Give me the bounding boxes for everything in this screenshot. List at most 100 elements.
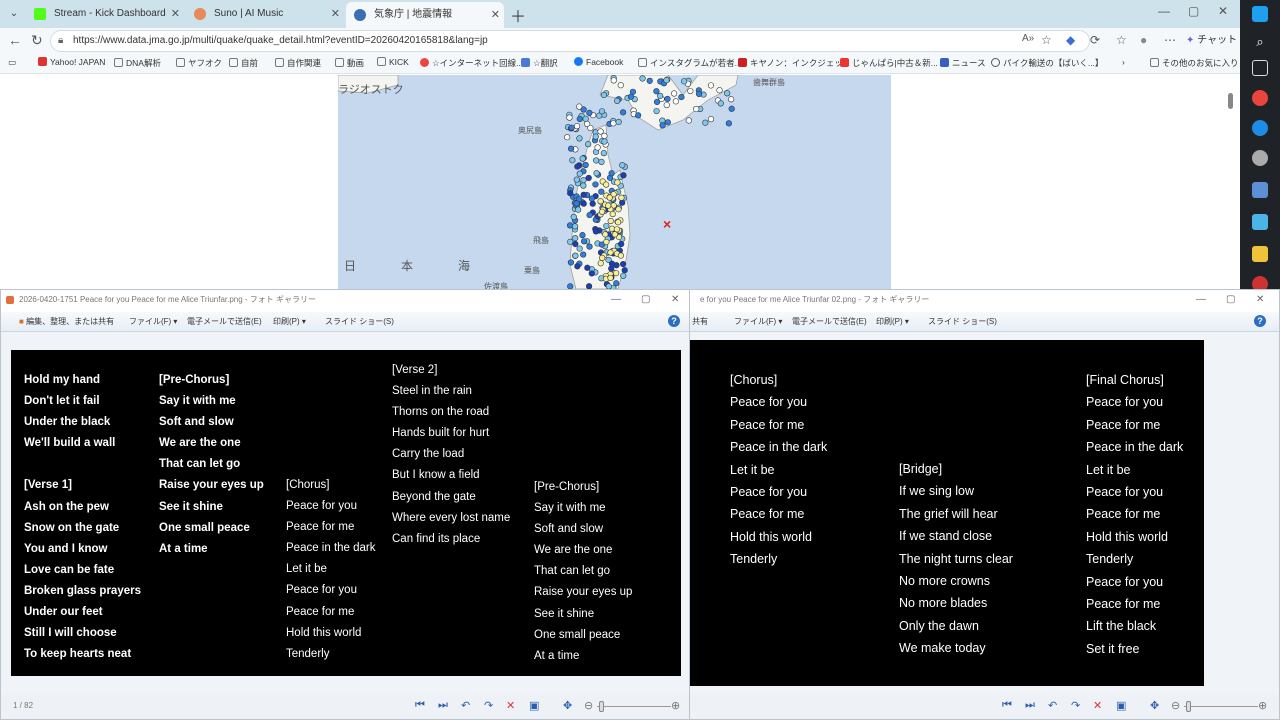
reading-list-icon[interactable]: ▭ xyxy=(8,57,16,68)
lyrics-column: [Final Chorus] Peace for you Peace for me P… xyxy=(1086,369,1183,660)
extension-icon[interactable]: ◆ xyxy=(1066,33,1075,47)
previous-icon[interactable]: ⏮ xyxy=(415,699,425,712)
menu-slideshow[interactable]: スライド ショー(S) xyxy=(325,316,394,327)
maximize-button[interactable]: ▢ xyxy=(1188,4,1199,18)
menu-file[interactable]: ファイル(F) ▾ xyxy=(734,316,782,327)
bookmark-item[interactable]: Facebook xyxy=(574,57,623,67)
minimize-button[interactable]: — xyxy=(1196,290,1206,310)
app-icon[interactable] xyxy=(1252,182,1268,198)
rotate-right-icon[interactable]: ↷ xyxy=(484,699,493,712)
zoom-out-icon[interactable]: ⊖ xyxy=(1171,699,1180,712)
profile-icon[interactable]: ● xyxy=(1140,33,1147,47)
menu-email[interactable]: 電子メールで送信(E) xyxy=(792,316,867,327)
menu-slideshow[interactable]: スライド ショー(S) xyxy=(928,316,997,327)
lyric-line: Peace for you xyxy=(1086,485,1164,500)
menu-print[interactable]: 印刷(P) ▾ xyxy=(876,316,909,327)
maximize-button[interactable]: ▢ xyxy=(1226,290,1235,310)
menu-organize[interactable]: ■ 編集、整理、または共有 xyxy=(19,316,114,327)
fit-icon[interactable]: ✥ xyxy=(563,699,572,712)
other-favorites[interactable]: その他のお気に入り xyxy=(1150,57,1239,69)
page-scrollbar[interactable] xyxy=(1228,93,1233,109)
menu-share[interactable]: 共有 xyxy=(692,316,708,327)
rotate-right-icon[interactable]: ↷ xyxy=(1071,699,1080,712)
bookmark-item[interactable]: 自作関連 xyxy=(275,57,321,69)
search-icon[interactable]: ⌕ xyxy=(1252,34,1268,50)
close-icon[interactable]: ✕ xyxy=(331,3,340,25)
file-explorer-icon[interactable] xyxy=(1252,246,1268,262)
minimize-button[interactable]: — xyxy=(611,290,621,310)
next-icon[interactable]: ⏭ xyxy=(1025,699,1035,712)
tab-actions-button[interactable]: ⌄ xyxy=(4,4,24,24)
slideshow-icon[interactable]: ▣ xyxy=(1116,699,1126,712)
bookmark-item[interactable]: ☆翻訳 xyxy=(521,57,558,69)
lyric-line: Snow on the gate xyxy=(24,521,120,534)
fit-icon[interactable]: ✥ xyxy=(1150,699,1159,712)
bookmark-item[interactable]: ☆インターネット回線... xyxy=(420,57,523,69)
bookmark-item[interactable]: キヤノン：インクジェッ... xyxy=(738,57,850,69)
refresh-extension-icon[interactable]: ⟳ xyxy=(1090,33,1100,47)
tab-jma[interactable]: 気象庁 | 地震情報 ✕ xyxy=(346,2,504,28)
zoom-in-icon[interactable]: ⊕ xyxy=(1258,699,1267,712)
rotate-left-icon[interactable]: ↶ xyxy=(1048,699,1057,712)
close-icon[interactable]: ✕ xyxy=(491,2,500,28)
refresh-icon[interactable]: ↻ xyxy=(31,32,43,49)
app-icon[interactable] xyxy=(1252,214,1268,230)
bookmark-item[interactable]: パイク輸送の【ばいく...】 xyxy=(991,57,1103,69)
tab-suno[interactable]: Suno | AI Music ✕ xyxy=(186,3,344,25)
earthquake-map[interactable]: × ラジオストク 奥尻島 飛島 粟島 佐渡島 歯舞群島 日 本 海 xyxy=(338,75,891,289)
next-icon[interactable]: ⏭ xyxy=(438,699,448,712)
tab-kick[interactable]: Stream - Kick Dashboard ✕ xyxy=(26,3,184,25)
bookmark-item[interactable]: Yahoo! JAPAN xyxy=(38,57,105,67)
lyric-line: Hold my hand xyxy=(24,374,101,386)
app-icon[interactable] xyxy=(1252,150,1268,166)
menu-print[interactable]: 印刷(P) ▾ xyxy=(273,316,306,327)
new-tab-button[interactable]: ＋ xyxy=(510,3,526,27)
zoom-slider[interactable] xyxy=(1184,706,1258,707)
help-icon[interactable]: ? xyxy=(668,315,680,327)
zoom-in-icon[interactable]: ⊕ xyxy=(671,699,680,712)
task-view-icon[interactable] xyxy=(1252,60,1268,76)
close-window-button[interactable]: ✕ xyxy=(1256,290,1264,310)
zoom-out-icon[interactable]: ⊖ xyxy=(584,699,593,712)
menu-email[interactable]: 電子メールで送信(E) xyxy=(187,316,262,327)
previous-icon[interactable]: ⏮ xyxy=(1002,699,1012,712)
zoom-slider-handle[interactable] xyxy=(599,701,604,712)
bookmark-item[interactable]: じゃんぱら|中古＆新... xyxy=(840,57,938,69)
bookmark-label: 自前 xyxy=(241,58,259,68)
zoom-slider[interactable] xyxy=(597,706,671,707)
delete-icon[interactable]: ✕ xyxy=(1093,699,1102,712)
intensity-dot xyxy=(574,163,581,170)
more-menu-icon[interactable]: ⋯ xyxy=(1164,33,1176,47)
bookmark-item[interactable]: インスタグラムが若者... xyxy=(638,57,742,69)
close-icon[interactable]: ✕ xyxy=(171,3,180,25)
close-window-button[interactable]: ✕ xyxy=(671,290,679,310)
intensity-dot xyxy=(728,105,735,112)
maximize-button[interactable]: ▢ xyxy=(641,290,650,310)
read-aloud-icon[interactable]: A» xyxy=(1022,33,1034,44)
bookmark-item[interactable]: 自前 xyxy=(229,57,258,69)
bookmark-item[interactable]: ヤフオク xyxy=(176,57,222,69)
minimize-button[interactable]: — xyxy=(1158,4,1170,18)
close-window-button[interactable]: ✕ xyxy=(1218,4,1228,18)
menu-file[interactable]: ファイル(F) ▾ xyxy=(129,316,177,327)
zoom-slider-handle[interactable] xyxy=(1186,701,1191,712)
chrome-icon[interactable] xyxy=(1252,90,1268,106)
lyrics-column: [Verse 2] Steel in the rain Thorns on the … xyxy=(392,360,510,550)
url-input[interactable]: 🔒︎ https://www.data.jma.go.jp/multi/quak… xyxy=(50,30,1090,52)
help-icon[interactable]: ? xyxy=(1254,315,1266,327)
bookmark-item[interactable]: DNA解析 xyxy=(114,57,161,69)
rotate-left-icon[interactable]: ↶ xyxy=(461,699,470,712)
bookmark-item[interactable]: ニュース xyxy=(940,57,986,69)
windows-start-icon[interactable] xyxy=(1252,6,1268,22)
bookmark-item[interactable]: KICK xyxy=(377,57,409,67)
copilot-chat-button[interactable]: ✦ チャット xyxy=(1186,31,1237,46)
edge-icon[interactable] xyxy=(1252,120,1268,136)
slideshow-icon[interactable]: ▣ xyxy=(529,699,539,712)
delete-icon[interactable]: ✕ xyxy=(506,699,515,712)
lyric-line: Thorns on the road xyxy=(392,406,490,419)
favorites-icon[interactable]: ☆ xyxy=(1116,33,1127,47)
favorite-star-icon[interactable]: ☆ xyxy=(1041,33,1052,47)
back-icon[interactable]: ← xyxy=(8,32,22,48)
bookmark-item[interactable]: 動画 xyxy=(335,57,364,69)
bookmarks-overflow-chevron-icon[interactable]: › xyxy=(1122,57,1125,67)
